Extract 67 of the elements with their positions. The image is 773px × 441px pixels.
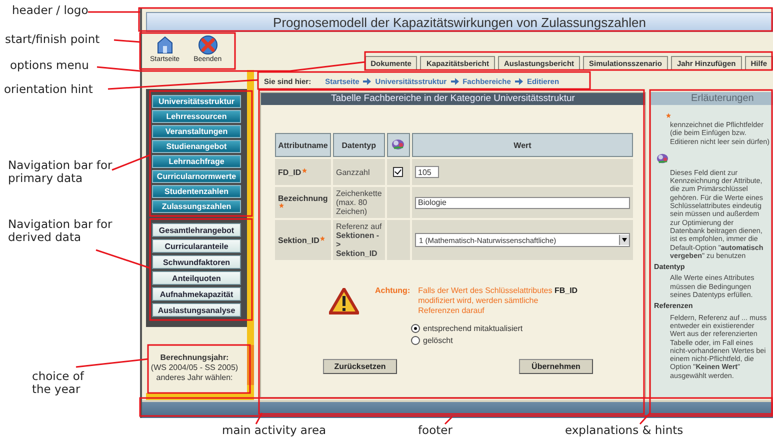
arrow-icon (450, 78, 459, 84)
callout-label: choice of the year (32, 370, 86, 396)
leader-line (639, 412, 651, 424)
close-icon (198, 35, 218, 55)
nav-button[interactable]: Lehrressourcen (152, 110, 241, 123)
radio-button[interactable] (411, 336, 420, 345)
leader-line (255, 412, 263, 424)
required-icon (666, 113, 671, 118)
data-type: Referenz auf Sektionen -> Sektion_ID (332, 220, 385, 260)
house-icon (156, 35, 174, 55)
warning-label: Achtung: (375, 286, 410, 297)
attribute-name: Bezeichnung (278, 194, 328, 202)
key-icon (656, 152, 669, 164)
attribute-name: FD_ID (278, 168, 302, 176)
nav-button[interactable]: Auslastungsanalyse (152, 303, 241, 317)
leader-line (444, 416, 453, 425)
radio-option[interactable]: gelöscht (411, 336, 645, 345)
leader-line (114, 39, 140, 43)
caret-icon (622, 238, 627, 242)
window-title: Prognosemodell der Kapazitätswirkungen von Zulassungszahlen (146, 12, 773, 32)
nav-button[interactable]: Curricularnormwerte (152, 170, 241, 183)
nav-button[interactable]: Zulassungszahlen (152, 200, 241, 213)
nav-button[interactable]: Curricularanteile (152, 239, 241, 253)
data-type: Zeichenkette (max. 80 Zeichen) (332, 187, 385, 218)
nav-button[interactable]: Universitätsstruktur (152, 95, 241, 108)
arrow-icon (363, 78, 372, 84)
action-button[interactable]: Übernehmen (519, 359, 593, 374)
nav-button[interactable]: Studienangebot (152, 140, 241, 153)
panel-title: Erläuterungen (651, 92, 773, 105)
callout-label: main activity area (222, 424, 328, 437)
callout-label: start/finish point (5, 33, 101, 46)
callout-label: header / logo (12, 4, 90, 17)
callout-label: explanations & hints (565, 424, 684, 437)
input-field[interactable]: 105 (415, 166, 439, 178)
column-header: Attributname (275, 133, 331, 157)
key-icon (391, 138, 406, 150)
leader-line (88, 11, 140, 13)
nav-button[interactable]: Studentenzahlen (152, 185, 241, 198)
nav-button[interactable]: Gesamtlehrangebot (152, 223, 241, 237)
nav-button[interactable]: Aufnahmekapazität (152, 287, 241, 301)
year-label: Berechnungsjahr: (160, 353, 229, 362)
warning-text: Falls der Wert des Schlüsselattributes FB_ID modifiziert wird, werden sämtliche Referenzen darauf (418, 286, 578, 316)
year-link[interactable]: anderes Jahr wählen: (156, 373, 233, 382)
nav-button[interactable]: Veranstaltungen (152, 125, 241, 138)
nav-button[interactable]: Lehrnachfrage (152, 155, 241, 168)
action-button[interactable]: Zurücksetzen (323, 359, 397, 374)
leader-line (112, 154, 150, 171)
table-title: Tabelle Fachbereiche in der Kategorie Universitätsstruktur (261, 93, 645, 105)
callout-label: footer (418, 424, 454, 437)
input-field[interactable]: Biologie (415, 196, 630, 208)
attribute-name: Sektion_ID (278, 236, 320, 244)
data-type: Ganzzahl (332, 159, 385, 185)
warning-icon (329, 288, 359, 315)
callout-label: orientation hint (4, 83, 94, 96)
nav-button[interactable]: Anteilquoten (152, 271, 241, 285)
callout-label: Navigation bar for primary data (8, 159, 114, 185)
year-period: (WS 2004/05 - SS 2005) (150, 363, 238, 372)
callout-label: Navigation bar for derived data (8, 218, 114, 244)
radio-button[interactable] (411, 324, 420, 333)
column-header: Datentyp (332, 133, 385, 157)
radio-option[interactable]: entsprechend mitaktualisiert (411, 324, 645, 333)
checkbox[interactable] (393, 167, 404, 177)
column-header: Wert (412, 133, 633, 157)
arrow-icon (514, 78, 523, 84)
callout-label: options menu (10, 59, 90, 72)
nav-button[interactable]: Schwundfaktoren (152, 255, 241, 269)
leader-line (96, 249, 150, 269)
